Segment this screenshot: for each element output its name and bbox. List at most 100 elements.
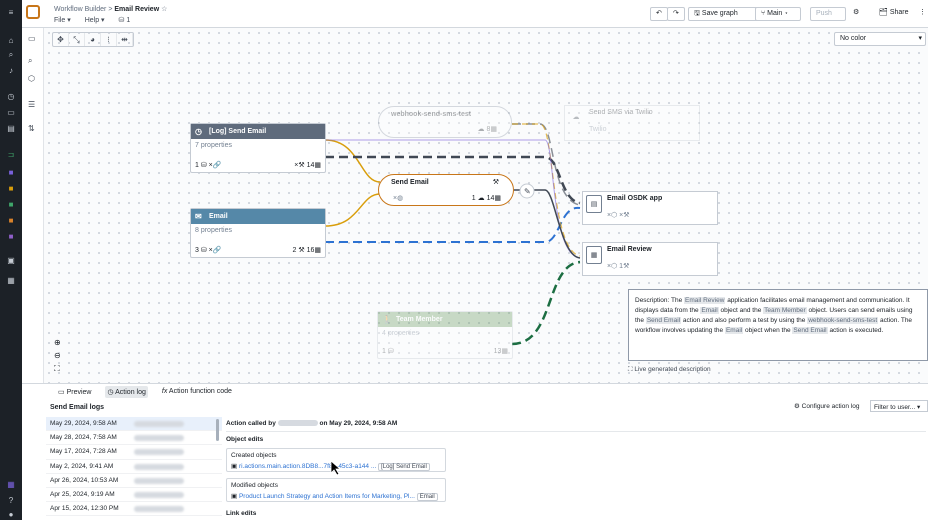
settings-icon[interactable]: ⚙ bbox=[848, 7, 865, 21]
modified-objects-card: Modified objects ▣ Product Launch Strate… bbox=[226, 478, 446, 502]
object-node-team-member[interactable]: 🚶 Team Member 4 properties 1 ⛁ 13▦ bbox=[377, 311, 513, 359]
log-row[interactable]: May 17, 2024, 7:28 AM bbox=[46, 445, 222, 460]
node-title: Send SMS via Twilio bbox=[589, 109, 653, 116]
files-icon[interactable]: ▤ bbox=[5, 124, 17, 134]
object-node-email[interactable]: ✉ Email 8 properties 3 ⛁ ×🔗 2 ⚒ 16▦ bbox=[190, 208, 326, 258]
node-properties: 4 properties bbox=[382, 330, 419, 337]
collapse-tool-icon[interactable]: ⇹ bbox=[117, 33, 133, 46]
folder-icon[interactable]: ▭ bbox=[5, 108, 17, 118]
node-title: Email Review bbox=[607, 246, 652, 253]
action-called-by: Action called by on May 29, 2024, 9:58 A… bbox=[226, 420, 398, 427]
pipeline-icon[interactable]: ⊐ bbox=[5, 150, 17, 160]
log-row[interactable]: May 29, 2024, 9:58 AM bbox=[46, 417, 222, 432]
analytics-icon[interactable]: ■ bbox=[5, 232, 17, 242]
node-title: Email bbox=[209, 213, 228, 220]
resource-count[interactable]: ⛁ 1 bbox=[119, 17, 131, 24]
node-header: 🚶 Team Member bbox=[378, 312, 512, 327]
help-menu[interactable]: Help ▾ bbox=[85, 17, 105, 24]
live-description-label[interactable]: ⛶ Live generated description bbox=[628, 366, 711, 374]
filter-user-select[interactable]: Filter to user... ▾ bbox=[870, 400, 928, 412]
created-object-link[interactable]: ri.actions.main.action.8DB8...7f8b-45c3-… bbox=[239, 463, 376, 470]
workshop-icon[interactable]: ■ bbox=[5, 184, 17, 194]
help-icon[interactable]: ? bbox=[5, 496, 17, 506]
tab-action-log[interactable]: ◷ Action log bbox=[105, 386, 148, 398]
modified-object-row: ▣ Product Launch Strategy and Action Ite… bbox=[231, 492, 441, 501]
notifications-icon[interactable]: ♪ bbox=[5, 66, 17, 76]
bottom-tabs: ▭ Preview ◷ Action log fx Action functio… bbox=[56, 386, 246, 398]
node-send-sms[interactable]: ☁ Send SMS via Twilio Twilio bbox=[564, 105, 700, 141]
created-objects-label: Created objects bbox=[231, 452, 277, 459]
grid-icon[interactable]: ▦ bbox=[5, 480, 17, 490]
tag-icon[interactable]: ⬡ bbox=[28, 74, 35, 83]
color-select[interactable]: No color ▾ bbox=[834, 32, 926, 46]
favorite-star-icon[interactable]: ☆ bbox=[161, 6, 167, 13]
branch-select[interactable]: ⑂ Main ▾ bbox=[755, 7, 801, 21]
log-row[interactable]: May 28, 2024, 7:58 AM bbox=[46, 431, 222, 446]
node-footer: 1 ⛁ 13▦ bbox=[382, 347, 508, 355]
mouse-cursor bbox=[330, 460, 342, 476]
datasource-count: 3 ⛁ ×🔗 bbox=[195, 247, 222, 254]
generated-description-panel: Description: The Email Review applicatio… bbox=[628, 289, 928, 361]
log-row[interactable]: Apr 15, 2024, 12:30 PM bbox=[46, 502, 222, 517]
action-node-send-email[interactable]: Send Email ⚒ ×◍ 1 ☁ 14▦ bbox=[378, 174, 514, 206]
breadcrumb: Workflow Builder > Email Review ☆ bbox=[54, 5, 167, 13]
log-row[interactable]: Apr 26, 2024, 10:53 AM bbox=[46, 474, 222, 488]
object-node-log-send-email[interactable]: ◷ [Log] Send Email 7 properties 1 ⛁ ×🔗 ×… bbox=[190, 123, 326, 173]
list-scrollbar[interactable] bbox=[216, 419, 219, 441]
color-tool-icon[interactable]: ◕ bbox=[85, 33, 101, 46]
ai-icon: ⛶ bbox=[628, 366, 633, 373]
fit-view-icon[interactable]: ⛶ bbox=[54, 362, 61, 375]
more-icon[interactable]: ⋮ bbox=[914, 7, 928, 21]
color-select-label: No color bbox=[840, 35, 867, 42]
menu-icon[interactable]: ≡ bbox=[5, 8, 17, 18]
layout-tool-icon[interactable]: ⁝ bbox=[101, 33, 117, 46]
connect-tool-icon[interactable]: ⤡ bbox=[69, 33, 85, 46]
redo-button[interactable]: ↷ bbox=[667, 7, 685, 21]
inbox-icon[interactable]: ▣ bbox=[5, 256, 17, 266]
action-node-webhook[interactable]: webhook-send-sms-test ☁ 8▦ bbox=[378, 106, 512, 138]
logs-title: Send Email logs bbox=[50, 404, 105, 411]
app-node-email-review[interactable]: ▦ Email Review ×⬡ 1⚒ bbox=[582, 242, 718, 276]
zoom-in-icon[interactable]: ⊕ bbox=[54, 336, 61, 349]
code-icon[interactable]: ■ bbox=[5, 216, 17, 226]
list-icon[interactable]: ☰ bbox=[28, 100, 35, 109]
log-row[interactable]: Apr 25, 2024, 9:19 AM bbox=[46, 488, 222, 503]
apps-icon[interactable]: ▦ bbox=[5, 276, 17, 286]
node-header: ◷ [Log] Send Email bbox=[191, 124, 325, 139]
datasource-count: 1 ⛁ ×🔗 bbox=[195, 162, 222, 169]
breadcrumb-parent[interactable]: Workflow Builder bbox=[54, 6, 106, 13]
sort-icon[interactable]: ⇅ bbox=[28, 124, 35, 133]
search-icon[interactable]: ⌕ bbox=[5, 50, 17, 60]
sheets-icon[interactable]: ■ bbox=[5, 200, 17, 210]
share-button[interactable]: 🗂 Share bbox=[874, 7, 914, 21]
object-edits-heading: Object edits bbox=[226, 436, 264, 443]
link-count: 13▦ bbox=[493, 348, 508, 355]
log-row[interactable]: May 2, 2024, 9:41 AM bbox=[46, 460, 222, 474]
configure-action-log-button[interactable]: ⚙ Configure action log bbox=[794, 402, 859, 410]
push-button[interactable]: Push bbox=[810, 7, 846, 21]
workshop-app-icon: ▦ bbox=[586, 246, 602, 264]
history-icon[interactable]: ◷ bbox=[5, 92, 17, 102]
modified-objects-label: Modified objects bbox=[231, 482, 278, 489]
node-title: Email OSDK app bbox=[607, 195, 663, 202]
move-tool-icon[interactable]: ✥ bbox=[53, 33, 69, 46]
node-title: webhook-send-sms-test bbox=[391, 111, 472, 118]
layers-icon[interactable]: ▭ bbox=[28, 34, 36, 43]
modified-object-link[interactable]: Product Launch Strategy and Action Items… bbox=[239, 493, 415, 500]
envelope-icon: ✉ bbox=[195, 212, 202, 221]
undo-button[interactable]: ↶ bbox=[650, 7, 668, 21]
sidebar-search-icon[interactable]: ⌕ bbox=[28, 56, 32, 66]
file-menu[interactable]: File ▾ bbox=[54, 17, 71, 24]
ontology-icon[interactable]: ■ bbox=[5, 168, 17, 178]
app-node-osdk[interactable]: ▤ Email OSDK app ×⬡ ×⚒ bbox=[582, 191, 718, 225]
user-icon[interactable]: ● bbox=[5, 510, 17, 520]
tab-action-function-code[interactable]: fx Action function code bbox=[160, 386, 234, 398]
save-graph-button[interactable]: 🖫 Save graph bbox=[688, 7, 764, 21]
header: Workflow Builder > Email Review ☆ File ▾… bbox=[22, 0, 928, 28]
node-properties: 8 properties bbox=[195, 227, 232, 234]
node-subtitle: Twilio bbox=[589, 126, 607, 133]
link-count: ×⚒ 14▦ bbox=[294, 162, 321, 169]
zoom-out-icon[interactable]: ⊖ bbox=[54, 349, 61, 362]
tab-preview[interactable]: ▭ Preview bbox=[56, 386, 93, 398]
home-icon[interactable]: ⌂ bbox=[5, 36, 17, 46]
